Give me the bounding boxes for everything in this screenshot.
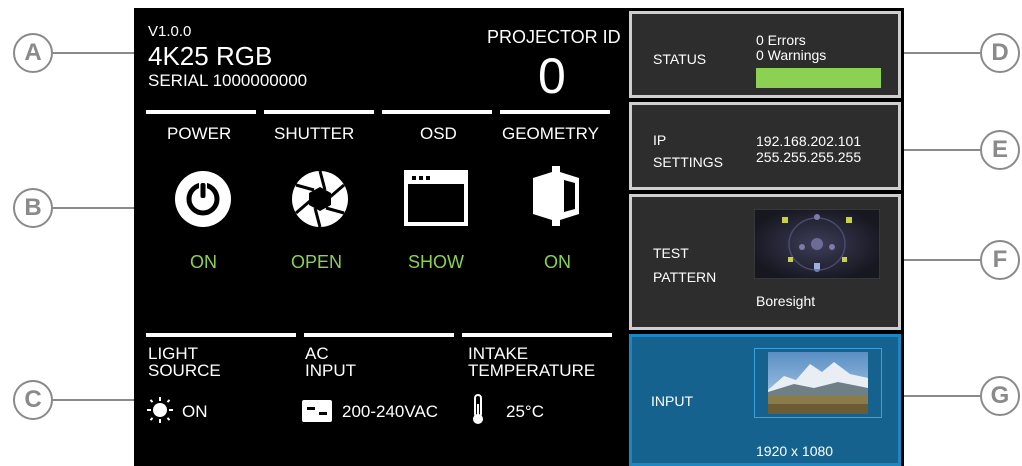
callout-a: A [13,33,53,73]
osd-state: SHOW [408,252,464,272]
ip-address: 192.168.202.101 [756,133,862,149]
callout-b: B [13,188,53,228]
version-label: V1.0.0 [148,23,192,40]
intake-temp-value: 25°C [506,402,544,421]
shutter-label: SHUTTER [274,124,355,143]
test-pattern-name: Boresight [756,293,816,309]
input-resolution: 1920 x 1080 [756,443,834,459]
projector-id-value: 0 [538,48,566,104]
callout-c-leader [53,399,134,401]
boresight-thumbnail [754,209,880,279]
status-warnings: 0 Warnings [756,47,827,63]
callout-f-leader [904,259,980,261]
geometry-divider [500,110,610,114]
light-source-label-line1: LIGHT [148,344,199,363]
serial-number: SERIAL 1000000000 [148,71,308,90]
input-panel[interactable]: INPUT 1920 x 1080 [629,334,901,466]
sun-icon [147,397,173,423]
osd-label: OSD [420,124,457,143]
status-panel[interactable]: STATUS 0 Errors 0 Warnings [629,11,901,98]
callout-b-leader [53,207,134,209]
callout-f: F [980,240,1020,280]
ac-input-label-line2: INPUT [305,361,356,380]
callout-e: E [980,130,1020,170]
callout-e-leader [904,149,980,151]
ac-plug-icon [302,400,332,422]
light-source-label-line2: SOURCE [148,361,221,380]
callout-d-leader [904,52,980,54]
test-pattern-label-line1: TEST [653,245,689,261]
projector-screen: V1.0.0 4K25 RGB SERIAL 1000000000 PROJEC… [134,8,904,466]
projector-id-label: PROJECTOR ID [487,27,621,47]
test-pattern-label-line2: PATTERN [653,269,717,285]
power-label: POWER [167,124,232,143]
geometry-state: ON [544,252,571,272]
shutter-divider [264,110,374,114]
callout-c: C [13,380,53,420]
geometry-icon[interactable] [530,164,582,228]
ip-settings-label-line1: IP [653,132,667,148]
osd-divider [382,110,492,114]
status-label: STATUS [653,51,707,67]
power-icon[interactable] [172,168,234,230]
input-label: INPUT [651,393,693,409]
geometry-label: GEOMETRY [502,124,599,143]
ac-input-value: 200-240VAC [342,402,439,421]
ip-settings-panel[interactable]: IP SETTINGS 192.168.202.101 255.255.255.… [629,102,901,190]
status-errors: 0 Errors [756,32,806,48]
status-health-bar [756,68,881,88]
osd-window-icon[interactable] [404,170,468,226]
callout-g: G [980,376,1020,416]
callout-d: D [980,33,1020,73]
light-source-value: ON [182,402,208,421]
power-divider [146,110,256,114]
power-state: ON [190,252,217,272]
shutter-state: OPEN [291,252,343,272]
thermometer-icon [473,394,483,424]
test-pattern-panel[interactable]: TEST PATTERN Boresight [629,194,901,330]
ac-input-divider [304,333,454,337]
subnet-mask: 255.255.255.255 [756,149,862,165]
callout-g-leader [904,395,980,397]
ac-input-label-line1: AC [305,344,329,363]
intake-temp-divider [462,333,612,337]
shutter-aperture-icon[interactable] [289,168,351,230]
intake-temp-label-line1: INTAKE [468,344,529,363]
input-thumbnail [754,348,882,418]
callout-a-leader [53,52,134,54]
intake-temp-label-line2: TEMPERATURE [468,361,596,380]
light-source-divider [146,333,296,337]
model-name: 4K25 RGB [148,41,273,71]
ip-settings-label-line2: SETTINGS [653,154,724,170]
